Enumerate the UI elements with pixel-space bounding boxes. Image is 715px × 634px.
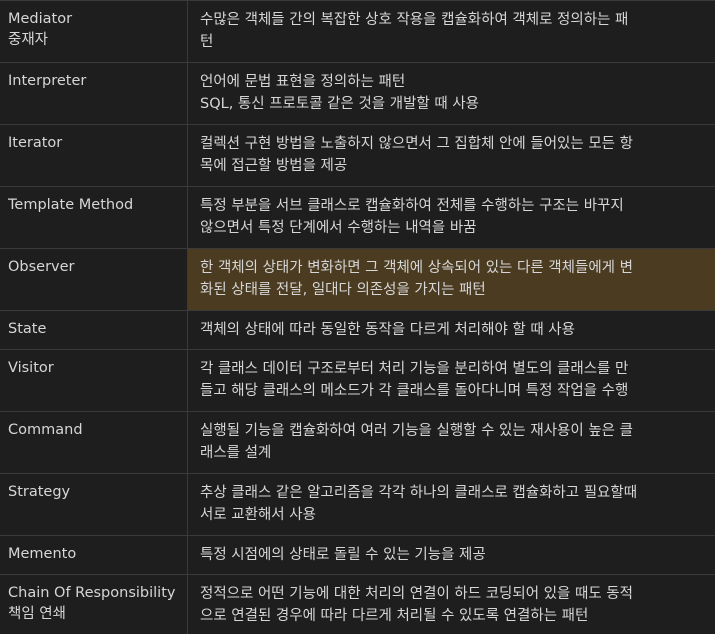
pattern-description: 언어에 문법 표현을 정의하는 패턴 SQL, 통신 프로토콜 같은 것을 개발…	[200, 74, 480, 112]
pattern-description: 특정 부분을 서브 클래스로 캡슐화하여 전체를 수행하는 구조는 바꾸지 않으…	[200, 198, 624, 236]
pattern-name: Mediator 중재자	[0, 1, 188, 62]
pattern-description: 추상 클래스 같은 알고리즘을 각각 하나의 클래스로 캡슐화하고 필요할때 서…	[200, 485, 638, 523]
table-row: Iterator 컬렉션 구현 방법을 노출하지 않으면서 그 집합체 안에 들…	[0, 125, 715, 187]
pattern-name: Strategy	[0, 474, 188, 535]
pattern-description: 컬렉션 구현 방법을 노출하지 않으면서 그 집합체 안에 들어있는 모든 항 …	[200, 136, 633, 174]
table-row: Mediator 중재자 수많은 객체들 간의 복잡한 상호 작용을 캡슐화하여…	[0, 1, 715, 63]
pattern-description: 객체의 상태에 따라 동일한 동작을 다르게 처리해야 할 때 사용	[200, 322, 575, 338]
pattern-description: 각 클래스 데이터 구조로부터 처리 기능을 분리하여 별도의 클래스를 만 들…	[200, 361, 629, 399]
pattern-table: Mediator 중재자 수많은 객체들 간의 복잡한 상호 작용을 캡슐화하여…	[0, 0, 715, 634]
pattern-description: 정적으로 어떤 기능에 대한 처리의 연결이 하드 코딩되어 있을 때도 동적 …	[200, 586, 633, 624]
table-row: Command 실행될 기능을 캡슐화하여 여러 기능을 실행할 수 있는 재사…	[0, 412, 715, 474]
pattern-name: Chain Of Responsibility 책임 연쇄	[0, 575, 188, 634]
pattern-name: Observer	[0, 249, 188, 310]
pattern-name: Interpreter	[0, 63, 188, 124]
table-row: Strategy 추상 클래스 같은 알고리즘을 각각 하나의 클래스로 캡슐화…	[0, 474, 715, 536]
pattern-description: 실행될 기능을 캡슐화하여 여러 기능을 실행할 수 있는 재사용이 높은 클 …	[200, 423, 633, 461]
table-row: Template Method 특정 부분을 서브 클래스로 캡슐화하여 전체를…	[0, 187, 715, 249]
pattern-description: 수많은 객체들 간의 복잡한 상호 작용을 캡슐화하여 객체로 정의하는 패 턴	[200, 12, 629, 50]
pattern-name: State	[0, 311, 188, 349]
table-row: Interpreter 언어에 문법 표현을 정의하는 패턴 SQL, 통신 프…	[0, 63, 715, 125]
pattern-description: 특정 시점에의 상태로 돌릴 수 있는 기능을 제공	[200, 547, 486, 563]
pattern-name: Template Method	[0, 187, 188, 248]
pattern-name: Memento	[0, 536, 188, 574]
pattern-description-highlighted: 한 객체의 상태가 변화하면 그 객체에 상속되어 있는 다른 객체들에게 변 …	[188, 249, 715, 310]
table-row: Observer 한 객체의 상태가 변화하면 그 객체에 상속되어 있는 다른…	[0, 249, 715, 311]
pattern-name: Iterator	[0, 125, 188, 186]
table-row: Visitor 각 클래스 데이터 구조로부터 처리 기능을 분리하여 별도의 …	[0, 350, 715, 412]
table-row: Memento 특정 시점에의 상태로 돌릴 수 있는 기능을 제공	[0, 536, 715, 575]
pattern-name: Command	[0, 412, 188, 473]
table-row: State 객체의 상태에 따라 동일한 동작을 다르게 처리해야 할 때 사용	[0, 311, 715, 350]
pattern-name: Visitor	[0, 350, 188, 411]
table-row: Chain Of Responsibility 책임 연쇄 정적으로 어떤 기능…	[0, 575, 715, 634]
